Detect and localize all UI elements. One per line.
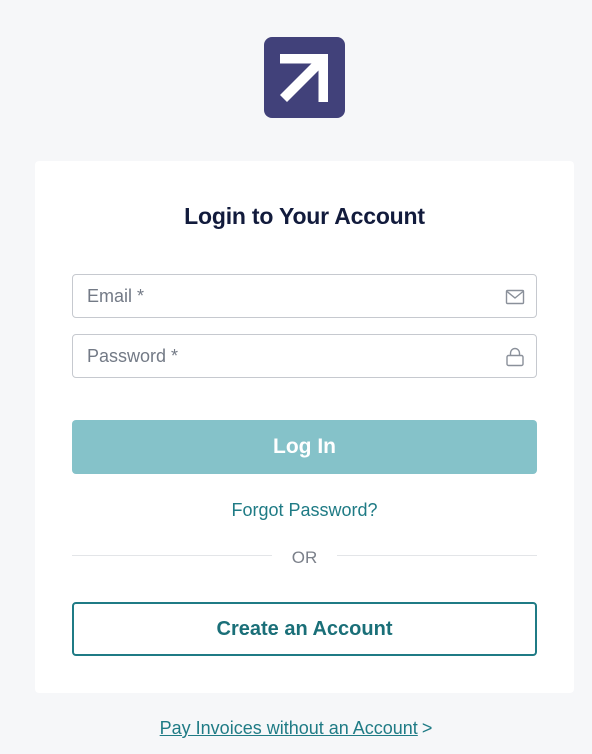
chevron-right-icon: >: [421, 718, 433, 738]
pay-invoices-link-container: Pay Invoices without an Account >: [0, 718, 592, 739]
forgot-password-link[interactable]: Forgot Password?: [35, 500, 574, 521]
arrow-up-right-icon: [280, 54, 328, 102]
pay-invoices-link[interactable]: Pay Invoices without an Account: [160, 718, 418, 738]
or-divider-text: OR: [291, 548, 318, 567]
envelope-icon: [505, 287, 525, 307]
login-card: Login to Your Account Log In Forgot Pass…: [35, 161, 574, 693]
page-title: Login to Your Account: [184, 203, 425, 229]
create-account-button[interactable]: Create an Account: [72, 602, 537, 656]
email-field[interactable]: [73, 275, 536, 317]
password-field[interactable]: [73, 335, 536, 377]
password-field-container: [72, 334, 537, 378]
email-field-container: [72, 274, 537, 318]
brand-logo: [264, 37, 345, 118]
login-button[interactable]: Log In: [72, 420, 537, 474]
lock-icon: [505, 347, 525, 367]
divider-line-right: [337, 555, 537, 556]
